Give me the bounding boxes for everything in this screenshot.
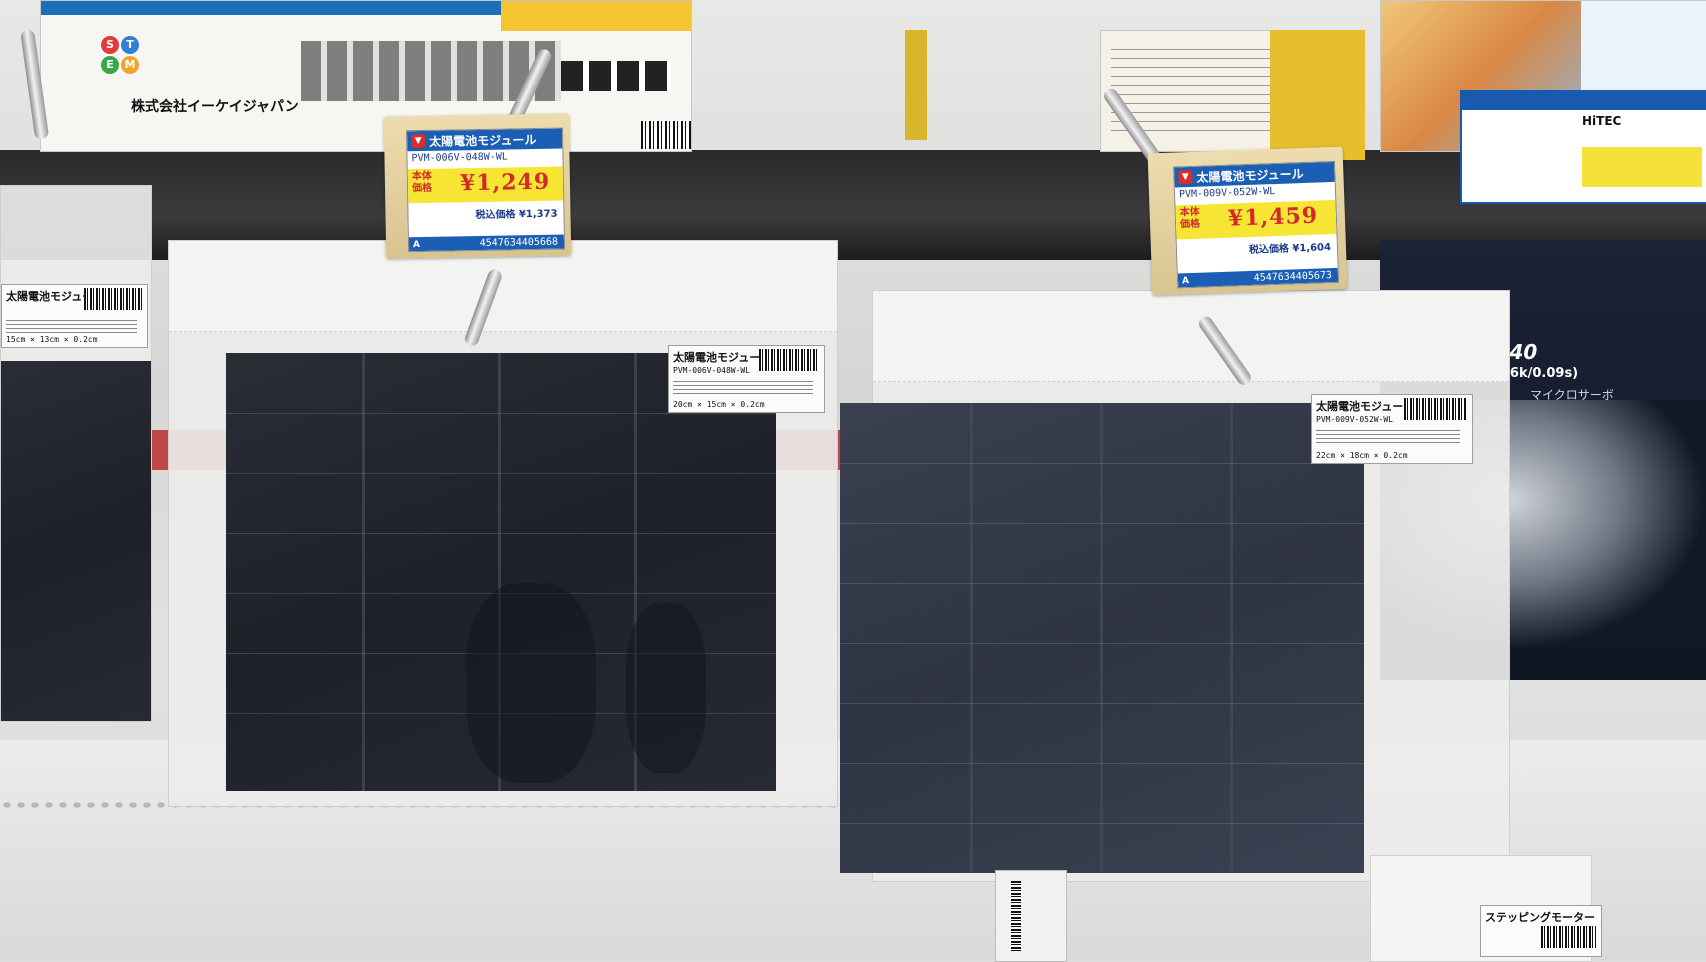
- tag-rank: A: [1181, 276, 1190, 287]
- tag-price: ¥1,459: [1227, 202, 1319, 232]
- tag-tax-price: 税込価格 ¥1,373: [475, 208, 558, 222]
- stem-kit-box: S T E M 株式会社イーケイジャパン: [40, 0, 692, 152]
- solar-package-9v: 太陽電池モジュール PVM-009V-052W-WL 22cm × 18cm ×…: [840, 290, 1510, 882]
- package-header-strip: [873, 291, 1509, 382]
- solar-panel-6v: [226, 353, 776, 791]
- partial-product-sticker: 太陽電池モジュール 15cm × 13cm × 0.2cm: [1, 284, 148, 348]
- product-sticker-9v: 太陽電池モジュール PVM-009V-052W-WL 22cm × 18cm ×…: [1311, 394, 1473, 464]
- sticker-name: 太陽電池モジュール: [1316, 400, 1415, 413]
- store-logo-icon: ▼: [1178, 169, 1193, 185]
- company-name: 株式会社イーケイジャパン: [131, 99, 299, 115]
- price-tag-label: ▼ 太陽電池モジュール PVM-006V-048W-WL 本体価格 ¥1,249…: [406, 127, 566, 253]
- tag-code: PVM-006V-048W-WL: [411, 151, 508, 165]
- panel-grid-line: [840, 523, 1364, 524]
- servo-tag-header: [1462, 92, 1706, 110]
- stem-letter-s: S: [101, 36, 119, 54]
- solar-panel-9v: [840, 403, 1364, 873]
- panel-cell-divider: [362, 353, 365, 791]
- stem-letter-t: T: [121, 36, 139, 54]
- sticker-code: PVM-006V-048W-WL: [673, 366, 751, 375]
- stepping-motor-name: ステッピングモーター: [1485, 911, 1595, 924]
- solar-package-6v: 太陽電池モジュール PVM-006V-048W-WL 20cm × 15cm ×…: [168, 240, 838, 807]
- tag-jan-code: 4547634405668: [479, 236, 559, 249]
- sticker-dims: 22cm × 18cm × 0.2cm: [1316, 451, 1408, 460]
- panel-grid-line: [840, 643, 1364, 644]
- panel-grid-line: [226, 533, 776, 534]
- panel-grid-line: [226, 473, 776, 474]
- partial-solar-panel: [1, 361, 151, 721]
- partial-sticker-barcode: [84, 288, 142, 310]
- panel-reflection: [626, 603, 706, 773]
- product-sticker-6v: 太陽電池モジュール PVM-006V-048W-WL 20cm × 15cm ×…: [668, 345, 825, 413]
- panel-grid-line: [840, 703, 1364, 704]
- servo-tag-price: [1582, 147, 1702, 187]
- sticker-name: 太陽電池モジュール: [673, 351, 772, 364]
- servo-price-tag: HiTEC: [1460, 90, 1706, 204]
- panel-cell-divider: [970, 403, 973, 873]
- price-tag-label: ▼ 太陽電池モジュール PVM-009V-052W-WL 本体価格 ¥1,459…: [1173, 160, 1340, 289]
- tag-hontai-label: 本体価格: [411, 170, 433, 195]
- box-yellow-panel: [501, 1, 691, 31]
- price-tag-9v: ▼ 太陽電池モジュール PVM-009V-052W-WL 本体価格 ¥1,459…: [1147, 146, 1348, 296]
- tools-diagram: [561, 61, 671, 91]
- panel-cell-divider: [1230, 403, 1233, 873]
- panel-grid-line: [840, 763, 1364, 764]
- stepping-motor-barcode: [1541, 926, 1596, 948]
- partial-sticker-text-lines: [6, 317, 137, 333]
- stand-barcode: [1011, 881, 1021, 951]
- tag-tax-price: 税込価格 ¥1,604: [1248, 242, 1332, 256]
- sticker-text-lines: [1316, 427, 1460, 443]
- price-tag-6v: ▼ 太陽電池モジュール PVM-006V-048W-WL 本体価格 ¥1,249…: [383, 113, 572, 259]
- sticker-dims: 20cm × 15cm × 0.2cm: [673, 400, 765, 409]
- tag-hontai-label: 本体価格: [1179, 206, 1201, 231]
- partial-sticker-dims: 15cm × 13cm × 0.2cm: [6, 335, 98, 344]
- panel-reflection: [466, 583, 596, 783]
- yellow-shelf-post-left: [905, 30, 927, 140]
- stem-letter-e: E: [101, 56, 119, 74]
- panel-cell-divider: [1100, 403, 1103, 873]
- sticker-barcode: [1404, 398, 1466, 420]
- stem-letter-m: M: [121, 56, 139, 74]
- panel-grid-line: [840, 583, 1364, 584]
- tag-rank: A: [412, 240, 421, 251]
- panel-grid-line: [226, 413, 776, 414]
- partial-solar-package: 太陽電池モジュール 15cm × 13cm × 0.2cm: [0, 185, 152, 722]
- stepping-motor-sticker: ステッピングモーター: [1480, 905, 1602, 957]
- sticker-code: PVM-009V-052W-WL: [1316, 415, 1394, 424]
- panel-grid-line: [840, 463, 1364, 464]
- tag-code: PVM-009V-052W-WL: [1178, 186, 1276, 201]
- panel-grid-line: [840, 823, 1364, 824]
- stem-logo: S T E M: [101, 36, 161, 76]
- tag-title: 太陽電池モジュール: [429, 132, 537, 149]
- store-logo-icon: ▼: [411, 133, 426, 149]
- box-barcode: [641, 121, 691, 149]
- servo-tag-label: HiTEC: [1582, 114, 1622, 128]
- yellow-shelf-post: [1270, 30, 1365, 160]
- tag-price: ¥1,249: [459, 168, 551, 197]
- sticker-barcode: [759, 349, 819, 371]
- sticker-text-lines: [673, 378, 813, 394]
- bottom-barcode-stand: [995, 870, 1067, 962]
